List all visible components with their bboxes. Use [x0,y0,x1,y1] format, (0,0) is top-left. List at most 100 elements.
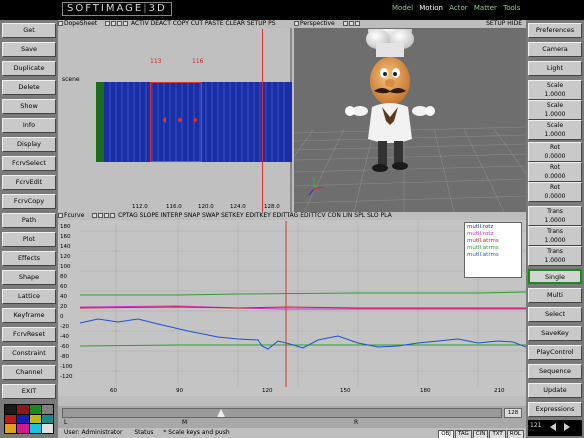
expressions-button[interactable]: Expressions [528,402,582,417]
color-swatch[interactable] [5,405,17,414]
color-swatch[interactable] [29,424,41,433]
show-button[interactable]: Show [2,99,56,114]
multi-button[interactable]: Multi [528,288,582,303]
preferences-button[interactable]: Preferences [528,23,582,38]
workspace: DopeSheet ACTIV DEACT COPY CUT PASTE CLE… [58,20,527,438]
tab-obj[interactable]: OBJ [438,430,454,438]
status-tabs: OBJ TAG CIN TXT ROL [437,429,524,438]
legend-item[interactable]: mutll.atrms [467,245,519,252]
x-tick-label: 90 [176,388,183,394]
x-tick-label: 180 [420,388,431,394]
info-button[interactable]: Info [2,118,56,133]
color-swatch[interactable] [41,424,53,433]
chef-character[interactable] [345,29,435,172]
tab-txt[interactable]: TXT [489,430,506,438]
shape-button[interactable]: Shape [2,270,56,285]
dopesheet-toolbar[interactable]: ACTIV DEACT COPY CUT PASTE CLEAR SETUP P… [131,20,276,27]
keyframe-button[interactable]: Keyframe [2,308,56,323]
effects-button[interactable]: Effects [2,251,56,266]
light-button[interactable]: Light [528,61,582,76]
color-swatch[interactable] [41,405,53,414]
save-button[interactable]: Save [2,42,56,57]
fcrvreset-button[interactable]: FcrvReset [2,327,56,342]
channel-button[interactable]: Channel [2,365,56,380]
track-start-block[interactable] [96,82,104,162]
play-reverse-icon[interactable] [550,423,556,431]
camera-button[interactable]: Camera [528,42,582,57]
select-button[interactable]: Select [528,307,582,322]
sequence-button[interactable]: Sequence [528,364,582,379]
timeline-slider[interactable] [62,408,502,418]
fcrvedit-button[interactable]: FcrvEdit [2,175,56,190]
top-bar: SOFTIMAGE|3D Model Motion Actor Matter T… [0,0,584,20]
legend-item[interactable]: mutll.rotz [467,224,519,231]
delete-button[interactable]: Delete [2,80,56,95]
dopesheet-panel: DopeSheet ACTIV DEACT COPY CUT PASTE CLE… [58,20,292,212]
fcrvselect-button[interactable]: FcrvSelect [2,156,56,171]
fcurve-graph[interactable]: 180 160 140 120 100 80 60 40 20 0 -20 -40 -60 -80… [58,221,527,396]
legend-item[interactable]: mutll.atrms [467,252,519,259]
mode-model[interactable]: Model [392,4,413,12]
mode-actor[interactable]: Actor [449,4,467,12]
color-swatch[interactable] [17,405,29,414]
color-swatch[interactable] [17,424,29,433]
color-swatch[interactable] [41,414,53,424]
constraint-button[interactable]: Constraint [2,346,56,361]
savekey-button[interactable]: SaveKey [528,326,582,341]
tab-tag[interactable]: TAG [454,430,472,438]
tab-rol[interactable]: ROL [506,430,524,438]
fcrvcopy-button[interactable]: FcrvCopy [2,194,56,209]
color-swatch[interactable] [29,414,41,424]
viewport-3d[interactable] [294,29,526,212]
rot-y-field[interactable]: Rot 0.0000 [528,162,582,182]
mode-motion[interactable]: Motion [419,4,443,12]
frame-field[interactable]: 121 [530,422,541,429]
floor-grid [294,126,526,212]
rot-x-field[interactable]: Rot 0.0000 [528,142,582,162]
trans-x-field[interactable]: Trans 1.0000 [528,206,582,226]
rot-z-field[interactable]: Rot 0.0000 [528,182,582,202]
playcontrol-button[interactable]: PlayControl [528,345,582,360]
tick-label: 128.0 [264,204,280,210]
lattice-button[interactable]: Lattice [2,289,56,304]
perspective-toolbar[interactable]: SETUP HIDE [486,20,522,28]
color-palette[interactable] [4,404,54,434]
legend-item[interactable]: mutll.rotz [467,231,519,238]
end-frame-field[interactable]: 128 [504,408,522,418]
scale-x-field[interactable]: Scale 1.0000 [528,80,582,100]
user-label: User [64,429,78,436]
x-tick-label: 120 [262,388,273,394]
current-frame-line[interactable] [262,29,263,212]
mode-matter[interactable]: Matter [474,4,497,12]
x-tick-label: 60 [110,388,117,394]
path-button[interactable]: Path [2,213,56,228]
color-swatch[interactable] [5,414,17,424]
marker-r: R [354,419,359,426]
color-swatch[interactable] [29,405,41,414]
color-swatch[interactable] [17,414,29,424]
tab-cin[interactable]: CIN [472,430,489,438]
marker-113: 113 [150,58,162,65]
scale-y-field[interactable]: Scale 1.0000 [528,100,582,120]
scale-z-field[interactable]: Scale 1.0000 [528,120,582,140]
display-button[interactable]: Display [2,137,56,152]
trans-y-field[interactable]: Trans 1.0000 [528,226,582,246]
perspective-title: Perspective [300,20,335,27]
plot-button[interactable]: Plot [2,232,56,247]
get-button[interactable]: Get [2,23,56,38]
dopesheet-selection[interactable] [150,82,202,162]
fcurve-legend[interactable]: mutll.rotz mutll.rotz mutll.atrms mutll.… [464,222,522,278]
color-swatch[interactable] [5,424,17,433]
marker-116: 116 [192,58,204,65]
legend-item[interactable]: mutll.atrms [467,238,519,245]
duplicate-button[interactable]: Duplicate [2,61,56,76]
single-button[interactable]: Single [528,269,582,284]
update-button[interactable]: Update [528,383,582,398]
exit-button[interactable]: EXIT [2,384,56,399]
trans-z-field[interactable]: Trans 1.0000 [528,246,582,266]
mode-tools[interactable]: Tools [503,4,520,12]
user-name: Administrator [81,429,123,436]
play-forward-icon[interactable] [564,423,570,431]
timeline-handle[interactable] [217,409,225,417]
fcurve-toolbar[interactable]: CPTAG SLOPE INTERP SNAP SWAP SETKEY EDIT… [118,212,392,219]
